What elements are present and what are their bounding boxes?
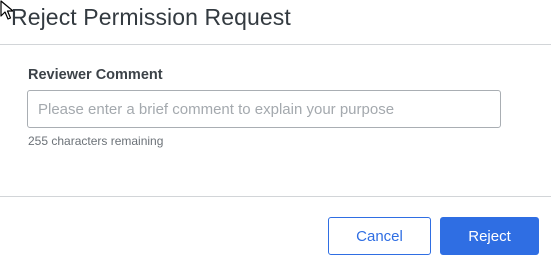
reject-button[interactable]: Reject <box>440 217 539 255</box>
reviewer-comment-input[interactable] <box>27 90 501 128</box>
dialog-title: Reject Permission Request <box>11 4 291 30</box>
header-divider <box>0 44 551 45</box>
reviewer-comment-label: Reviewer Comment <box>28 67 163 83</box>
reject-permission-dialog: Reject Permission Request Reviewer Comme… <box>0 0 551 268</box>
characters-remaining: 255 characters remaining <box>28 134 164 148</box>
footer-divider <box>0 196 551 197</box>
cancel-button[interactable]: Cancel <box>328 217 431 255</box>
